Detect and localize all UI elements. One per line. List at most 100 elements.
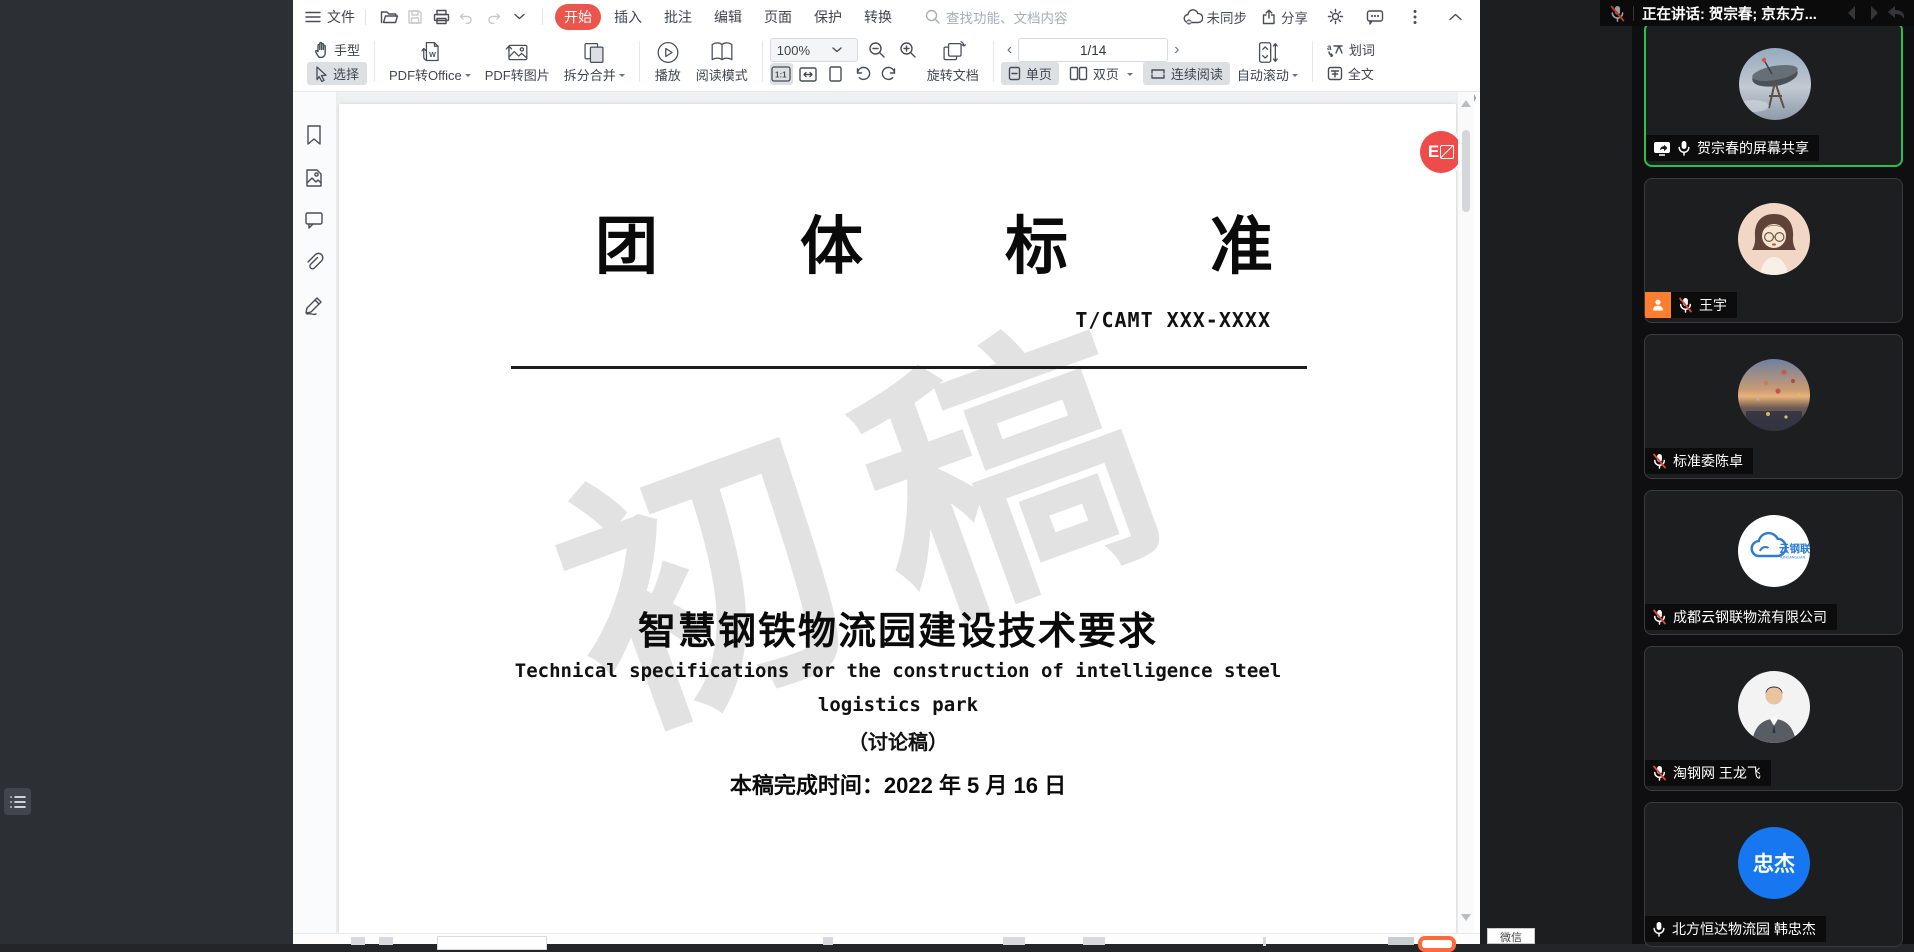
pdf-to-image-button[interactable]: PDF转图片 xyxy=(478,35,557,88)
fit-width-button[interactable] xyxy=(797,63,820,85)
participant-tile[interactable]: 标准委陈卓 xyxy=(1644,334,1903,479)
redo-button[interactable] xyxy=(480,5,506,29)
participant-tile[interactable]: 云钢联 YUNGANGLIAN 成都云钢联物流有限公司 xyxy=(1644,490,1903,635)
zoom-out-button[interactable] xyxy=(866,39,889,61)
more-quick-actions-button[interactable] xyxy=(506,5,532,29)
fit-page-button[interactable] xyxy=(824,63,847,85)
scroll-up-arrow[interactable] xyxy=(1461,100,1471,107)
play-button[interactable]: 播放 xyxy=(647,35,689,88)
rotate-left-button[interactable] xyxy=(851,63,874,85)
collapse-ribbon-button[interactable] xyxy=(1442,5,1468,29)
full-translate-label: 全文 xyxy=(1348,64,1374,83)
print-button[interactable] xyxy=(428,5,454,29)
full-translate-button[interactable]: 全文 xyxy=(1320,62,1382,85)
rotate-document-button[interactable]: 旋转文档 xyxy=(920,35,986,88)
double-page-button[interactable]: 双页 xyxy=(1062,62,1140,85)
tab-edit[interactable]: 编辑 xyxy=(705,4,751,30)
tab-page[interactable]: 页面 xyxy=(755,4,801,30)
attachments-panel-button[interactable] xyxy=(304,252,326,274)
bookmarks-panel-button[interactable] xyxy=(304,124,326,146)
pdf-to-office-button[interactable]: W PDF转Office xyxy=(382,35,478,88)
settings-button[interactable] xyxy=(1322,5,1348,29)
chevron-right-icon[interactable] xyxy=(1864,3,1884,23)
share-button[interactable]: 分享 xyxy=(1261,7,1308,27)
tab-protect[interactable]: 保护 xyxy=(805,4,851,30)
screen-share-icon xyxy=(1653,141,1671,156)
one-to-one-icon: 1:1 xyxy=(771,66,791,82)
participant-tile[interactable]: 淘钢网 王龙飞 xyxy=(1644,646,1903,791)
avatar: 云钢联 YUNGANGLIAN xyxy=(1738,515,1810,587)
participant-name: 北方恒达物流园 韩忠杰 xyxy=(1672,919,1816,939)
single-page-button[interactable]: 单页 xyxy=(1001,62,1059,85)
share-icon xyxy=(1261,9,1277,25)
bookmark-icon xyxy=(304,124,324,146)
pdf-to-image-label: PDF转图片 xyxy=(485,65,550,84)
document-title-en-line1: Technical specifications for the constru… xyxy=(363,660,1433,682)
tab-convert[interactable]: 转换 xyxy=(855,4,901,30)
avatar: 忠杰 xyxy=(1738,827,1810,899)
undo-button[interactable] xyxy=(454,5,480,29)
participant-tile[interactable]: 贺宗春的屏幕共享 xyxy=(1644,22,1903,167)
word-translate-label: 划词 xyxy=(1349,40,1375,59)
pdf-page[interactable]: 初稿 团 体 标 准 T/CAMT XXX-XXXX 智慧钢铁物流园建设技术要求… xyxy=(339,104,1456,933)
speaking-banner: 正在讲话: 贺宗春; 京东方... xyxy=(1600,0,1914,26)
one-to-one-text: 1:1 xyxy=(775,71,787,80)
chevron-left-icon[interactable] xyxy=(1842,3,1862,23)
sync-status-button[interactable]: 未同步 xyxy=(1183,7,1248,27)
rotate-right-button[interactable] xyxy=(878,63,901,85)
hamburger-icon xyxy=(305,10,321,24)
auto-scroll-button[interactable]: 自动滚动 xyxy=(1230,35,1305,88)
participant-name: 王宇 xyxy=(1699,295,1727,315)
play-label: 播放 xyxy=(655,65,681,84)
zoom-in-button[interactable] xyxy=(897,39,920,61)
save-button[interactable] xyxy=(402,5,428,29)
translate-cluster: a 划词 全文 xyxy=(1320,35,1382,88)
tab-comment[interactable]: 批注 xyxy=(655,4,701,30)
more-menu-button[interactable] xyxy=(1402,5,1428,29)
comments-panel-button[interactable] xyxy=(304,211,326,233)
split-merge-button[interactable]: 拆分合并 xyxy=(557,35,632,88)
hand-tool-button[interactable]: 手型 xyxy=(307,38,367,61)
draft-label: （讨论稿） xyxy=(363,726,1433,755)
participant-tile[interactable]: 忠杰 北方恒达物流园 韩忠杰 xyxy=(1644,802,1903,947)
floating-list-button[interactable] xyxy=(4,788,31,815)
open-file-button[interactable] xyxy=(376,5,402,29)
previous-page-button[interactable]: ‹ xyxy=(1001,41,1018,59)
return-arrow-icon[interactable] xyxy=(1886,3,1908,23)
chevron-down-icon xyxy=(832,47,842,53)
participant-tile[interactable]: 王宇 xyxy=(1644,178,1903,323)
cursor-icon xyxy=(314,66,328,82)
document-viewport[interactable]: 初稿 团 体 标 准 T/CAMT XXX-XXXX 智慧钢铁物流园建设技术要求… xyxy=(337,92,1458,933)
participant-label: 成都云钢联物流有限公司 xyxy=(1645,604,1837,630)
tab-insert[interactable]: 插入 xyxy=(605,4,651,30)
statusbar-page-box[interactable] xyxy=(437,936,547,950)
word-translate-button[interactable]: a 划词 xyxy=(1320,38,1382,61)
scroll-down-arrow[interactable] xyxy=(1461,914,1471,921)
translate-toggle-badge[interactable]: E xyxy=(1420,131,1462,173)
full-translate-icon xyxy=(1327,66,1343,81)
rotate-document-label: 旋转文档 xyxy=(927,65,979,84)
zoom-cluster: 100% 1:1 xyxy=(770,35,920,88)
vertical-scrollbar[interactable] xyxy=(1458,92,1474,933)
tab-home[interactable]: 开始 xyxy=(555,4,601,30)
signature-panel-button[interactable] xyxy=(304,295,326,317)
select-tool-label: 选择 xyxy=(333,64,359,83)
scrollbar-thumb[interactable] xyxy=(1462,130,1470,212)
statusbar-divider xyxy=(1263,937,1266,946)
continuous-read-button[interactable]: 连续阅读 xyxy=(1143,62,1230,85)
read-mode-button[interactable]: 阅读模式 xyxy=(689,35,755,88)
feedback-button[interactable] xyxy=(1362,5,1388,29)
page-indicator-value: 1/14 xyxy=(1080,43,1106,58)
actual-size-button[interactable]: 1:1 xyxy=(770,63,793,85)
chevron-up-icon xyxy=(1449,13,1462,21)
search-input[interactable]: 查找功能、文档内容 xyxy=(925,7,1068,27)
file-menu-button[interactable]: 文件 xyxy=(305,7,355,27)
rotate-right-icon xyxy=(881,66,898,82)
select-tool-button[interactable]: 选择 xyxy=(307,62,367,85)
share-label: 分享 xyxy=(1281,7,1308,27)
logo-text: 云钢联 xyxy=(1779,542,1810,555)
zoom-level-select[interactable]: 100% xyxy=(770,38,858,62)
images-panel-button[interactable] xyxy=(304,168,326,190)
next-page-button[interactable]: › xyxy=(1168,41,1185,59)
page-indicator-input[interactable]: 1/14 xyxy=(1018,38,1168,62)
